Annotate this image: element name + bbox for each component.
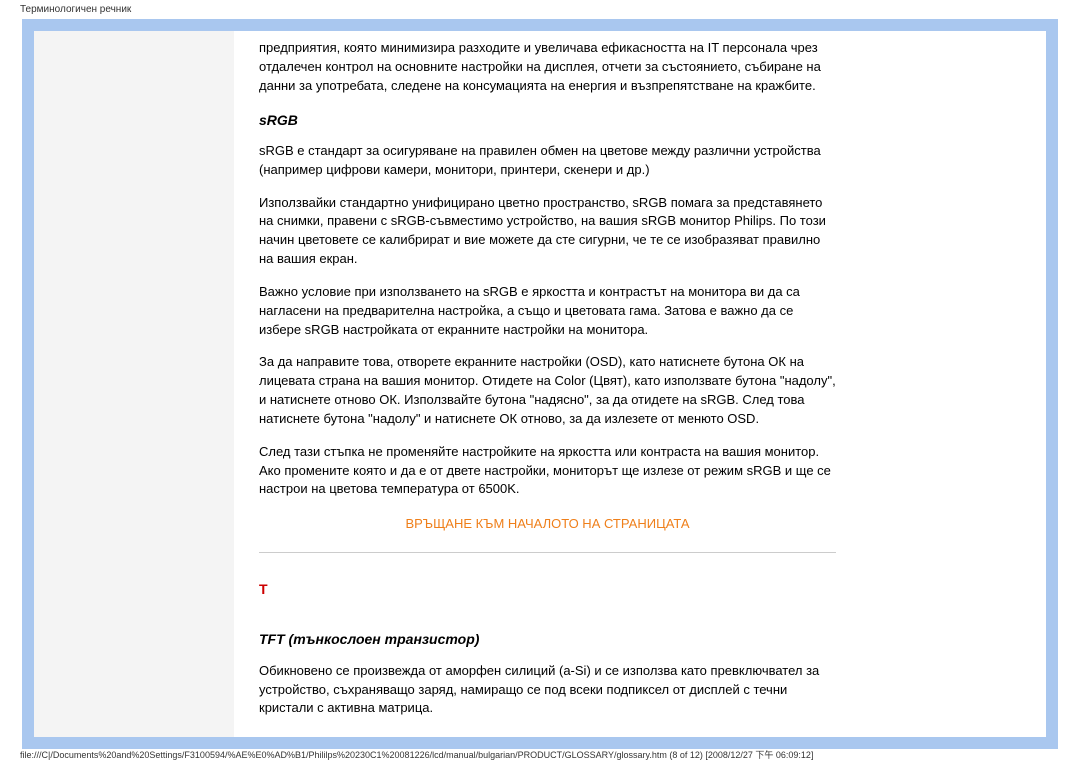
section-divider [259,552,836,553]
letter-t-heading: T [259,579,836,599]
srgb-paragraph-5: След тази стъпка не променяйте настройки… [259,443,836,500]
main-content: предприятия, която минимизира разходите … [239,31,856,749]
srgb-paragraph-2: Използвайки стандартно унифицирано цветн… [259,194,836,269]
srgb-paragraph-1: sRGB е стандарт за осигуряване на правил… [259,142,836,180]
truevision-heading: TrueVision [259,732,836,749]
footer-path: file:///C|/Documents%20and%20Settings/F3… [20,748,813,761]
srgb-paragraph-3: Важно условие при използването на sRGB е… [259,283,836,340]
content-frame: предприятия, която минимизира разходите … [22,19,1058,749]
page-header-title: Терминологичен речник [0,0,1080,19]
tft-heading: TFT (тънкослоен транзистор) [259,629,836,649]
tft-paragraph: Обикновено се произвежда от аморфен сили… [259,662,836,719]
srgb-paragraph-4: За да направите това, отворете екранните… [259,353,836,428]
left-sidebar [34,31,234,737]
intro-paragraph-cut: предприятия, която минимизира разходите … [259,39,836,96]
srgb-heading: sRGB [259,110,836,130]
back-to-top-link[interactable]: ВРЪЩАНЕ КЪМ НАЧАЛОТО НА СТРАНИЦАТА [259,515,836,534]
